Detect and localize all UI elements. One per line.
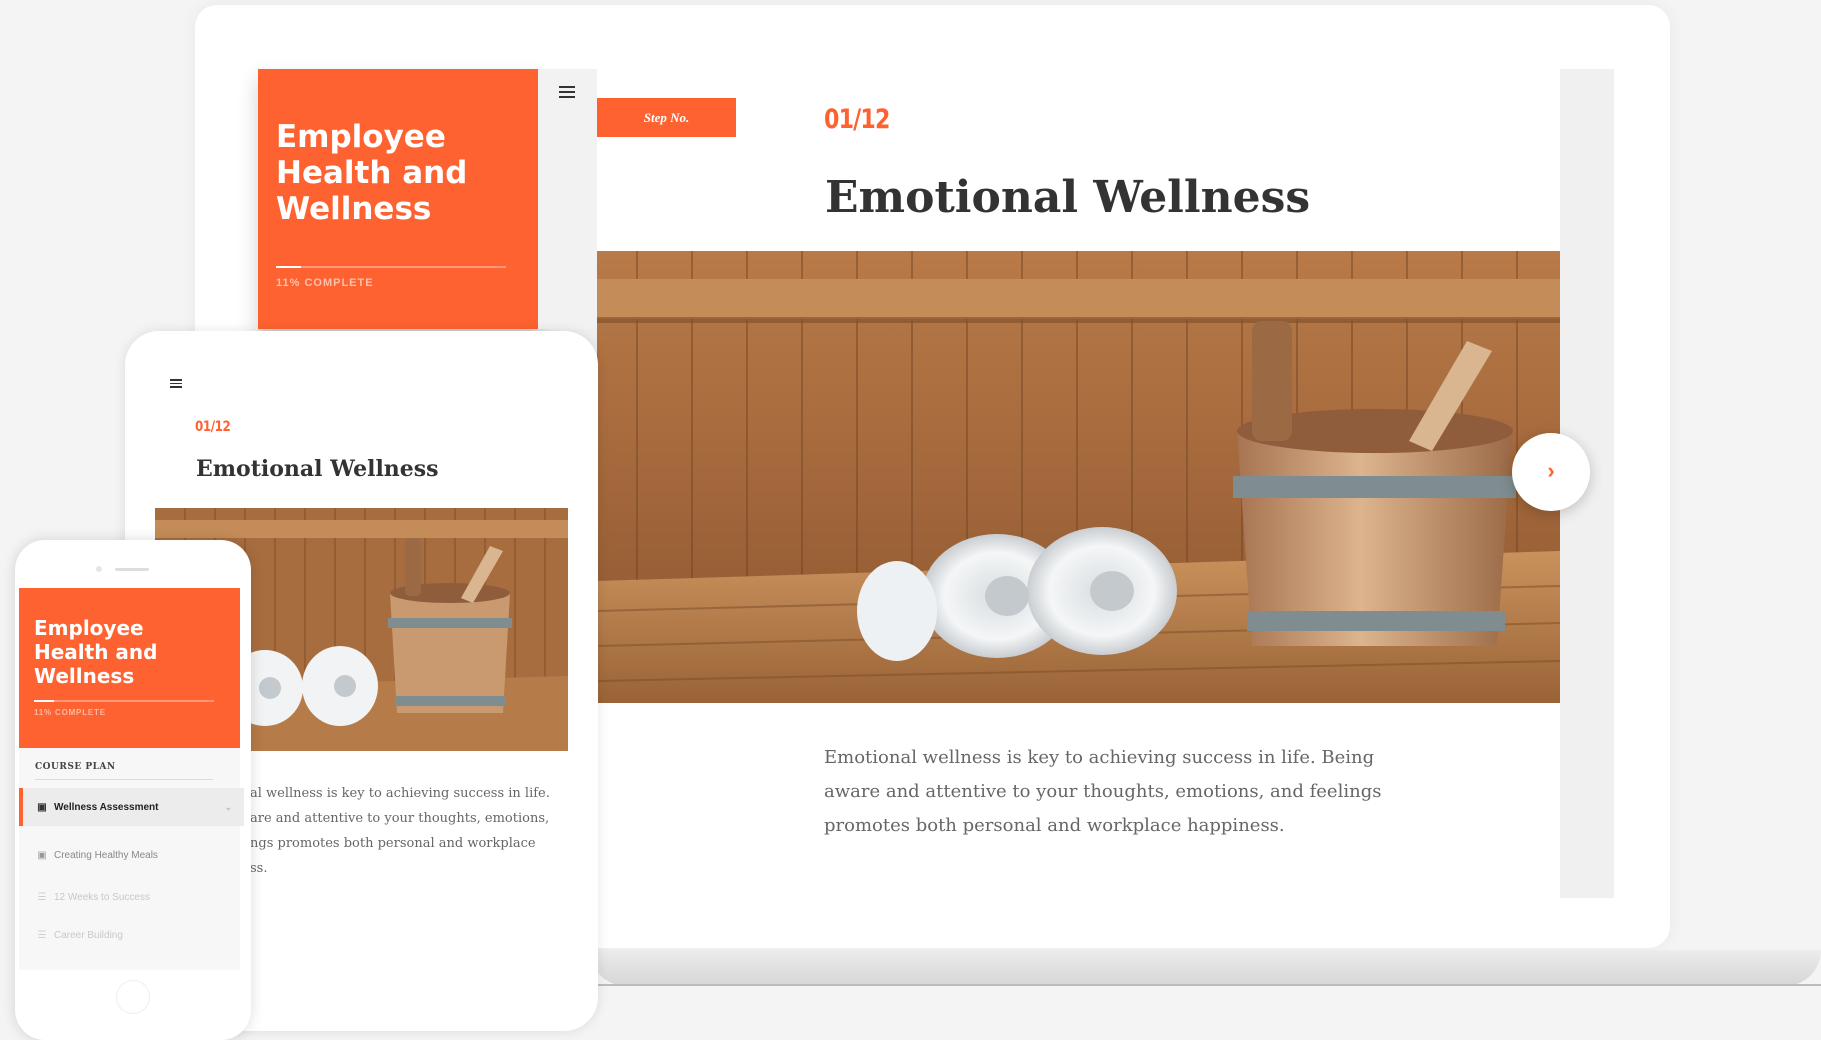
- step-counter: 01/12: [824, 104, 890, 135]
- lesson-title: Emotional Wellness: [825, 172, 1311, 223]
- course-plan-item-label: Wellness Assessment: [54, 801, 159, 813]
- course-plan-item-label: Career Building: [54, 929, 123, 941]
- sauna-towels-image: [597, 251, 1560, 703]
- course-progress-bar: [276, 266, 506, 268]
- course-plan-item-label: Creating Healthy Meals: [54, 849, 158, 861]
- phone-progress-fill: [34, 700, 54, 702]
- chevron-down-icon: ⌄: [224, 801, 232, 812]
- course-plan-item-career-building[interactable]: ☰ Career Building: [19, 916, 240, 954]
- phone-camera: [96, 566, 102, 572]
- next-step-button[interactable]: ›: [1512, 433, 1590, 511]
- course-plan-item-label: 12 Weeks to Success: [54, 891, 150, 903]
- list-icon: ☰: [37, 891, 47, 903]
- laptop-base: [590, 950, 1821, 986]
- course-plan-item-healthy-meals[interactable]: ▣ Creating Healthy Meals: [19, 836, 240, 874]
- tablet-menu-icon[interactable]: [170, 379, 182, 391]
- tablet-lesson-title: Emotional Wellness: [196, 456, 439, 482]
- course-plan-heading: COURSE PLAN: [35, 762, 116, 772]
- phone-course-title: Employee Health and Wellness: [34, 616, 158, 688]
- phone-progress-label: 11% COMPLETE: [34, 708, 106, 717]
- menu-column: [538, 69, 597, 329]
- course-plan-item-wellness-assessment[interactable]: ▣ Wellness Assessment ⌄: [19, 788, 244, 826]
- course-sidebar-header: Employee Health and Wellness 11% COMPLET…: [258, 69, 538, 329]
- lesson-body-text: Emotional wellness is key to achieving s…: [824, 747, 1382, 836]
- menu-icon[interactable]: [559, 86, 575, 101]
- phone-course-header: Employee Health and Wellness 11% COMPLET…: [19, 588, 240, 748]
- tablet-step-counter: 01/12: [195, 419, 231, 435]
- chevron-right-icon: ›: [1547, 458, 1555, 483]
- course-plan-item-12-weeks[interactable]: ☰ 12 Weeks to Success: [19, 878, 240, 916]
- course-progress-fill: [276, 266, 302, 268]
- phone-progress-bar: [34, 700, 214, 702]
- video-icon: ▣: [37, 801, 47, 813]
- video-icon: ▣: [37, 849, 47, 861]
- course-plan-divider: [35, 779, 213, 780]
- phone-home-button[interactable]: [116, 980, 150, 1014]
- step-label: Step No.: [597, 98, 736, 137]
- phone-speaker: [115, 568, 149, 571]
- laptop-base-edge: [590, 984, 1821, 986]
- course-progress-label: 11% COMPLETE: [276, 277, 374, 289]
- course-title: Employee Health and Wellness: [276, 119, 468, 227]
- tablet-lesson-body: al wellness is key to achieving success …: [250, 786, 550, 876]
- list-icon: ☰: [37, 929, 47, 941]
